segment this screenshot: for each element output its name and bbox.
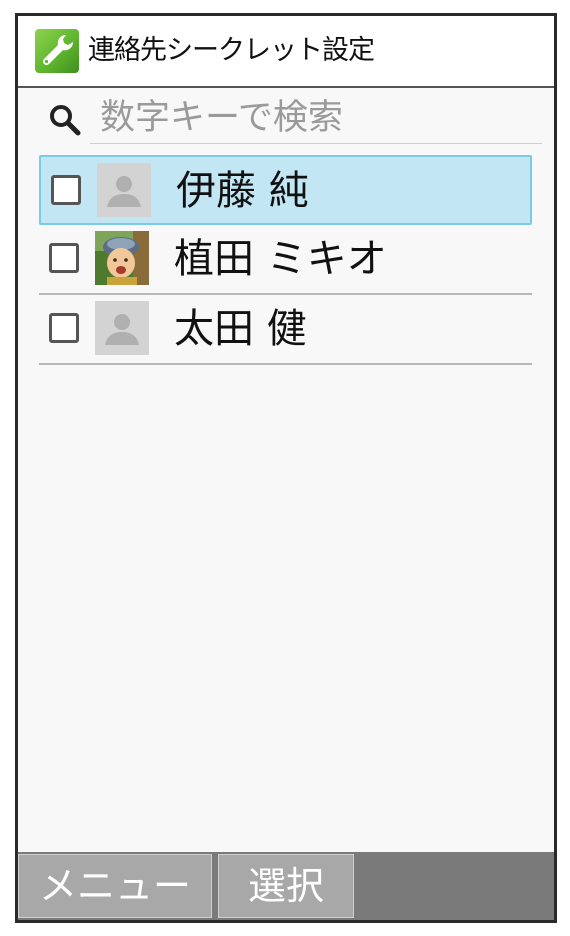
contact-row-ito-jun[interactable]: 伊藤 純 [39, 155, 532, 225]
title-bar: 連絡先シークレット設定 [18, 16, 554, 88]
wrench-icon [35, 29, 79, 73]
contact-row-ota-ken[interactable]: 太田 健 [39, 295, 532, 365]
contact-name: 植田 ミキオ [174, 236, 387, 282]
default-avatar-icon [97, 163, 151, 217]
contact-checkbox[interactable] [51, 175, 81, 205]
contact-row-ueda-mikio[interactable]: 植田 ミキオ [39, 225, 532, 295]
page-title: 連絡先シークレット設定 [88, 35, 375, 66]
contact-checkbox[interactable] [49, 313, 79, 343]
search-bar [18, 88, 554, 150]
search-input[interactable] [90, 92, 542, 144]
menu-button[interactable]: メニュー [18, 854, 212, 918]
contact-name: 伊藤 純 [176, 168, 309, 214]
contact-list: 伊藤 純 植田 ミキオ 太田 健 [39, 155, 532, 365]
default-avatar-icon [95, 301, 149, 355]
softkey-bar: メニュー 選択 [18, 852, 554, 920]
contact-photo [95, 231, 149, 285]
contact-checkbox[interactable] [49, 243, 79, 273]
contact-name: 太田 健 [174, 306, 307, 352]
search-icon [47, 102, 83, 138]
phone-screen: 連絡先シークレット設定 伊藤 純 [15, 13, 557, 923]
select-button[interactable]: 選択 [218, 854, 354, 918]
